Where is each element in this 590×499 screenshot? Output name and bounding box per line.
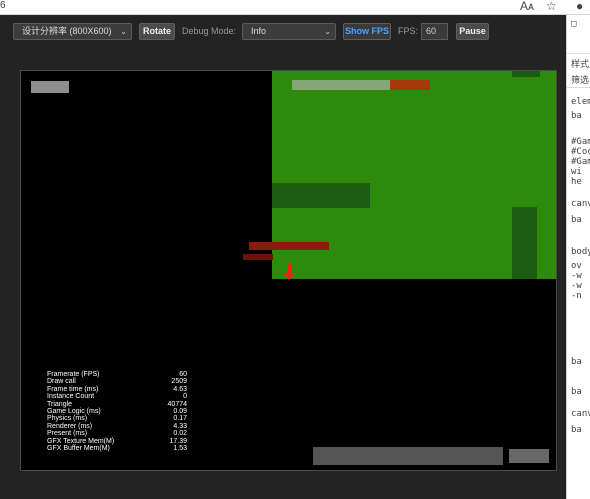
tab-fragment: 6: [0, 0, 6, 11]
stats-value: 0.17: [173, 415, 187, 423]
stats-row: Framerate (FPS) 60: [47, 371, 187, 378]
devtools-line: #Gam: [571, 137, 590, 147]
devtools-line: #Gam: [571, 157, 590, 167]
map-dark-band: [512, 71, 540, 77]
inspect-icon[interactable]: □: [571, 19, 576, 29]
stats-row: Draw call 2509: [47, 378, 187, 385]
stats-label: Renderer (ms): [47, 422, 93, 430]
stats-row: Triangle 40774: [47, 401, 187, 408]
map-dark-band: [272, 183, 370, 208]
fps-label: FPS:: [398, 26, 419, 36]
devtools-line: -w: [571, 281, 582, 291]
stats-value: 0.02: [173, 430, 187, 438]
devtools-line: ba: [571, 357, 582, 367]
stats-row: Physics (ms) 0.17: [47, 415, 187, 422]
fps-input[interactable]: 60: [421, 23, 448, 40]
stats-row: GFX Buffer Mem(M) 1.53: [47, 445, 187, 452]
stats-label: Frame time (ms): [47, 385, 99, 393]
resolution-select[interactable]: 设计分辨率 (800X600) ⌄: [13, 23, 132, 40]
devtools-line: -w: [571, 271, 582, 281]
debug-stats-panel: Framerate (FPS) 60 Draw call 2509 Frame ti…: [47, 371, 187, 452]
devtools-panel: □ 样式 筛选 eleme ba #Gam #Coc #Gam wi he ca…: [566, 15, 590, 499]
stats-value: 4.63: [173, 385, 187, 393]
stats-value: 1.53: [173, 445, 187, 453]
stats-label: Triangle: [47, 400, 73, 408]
stats-label: Draw call: [47, 378, 76, 386]
stats-value: 0.09: [173, 408, 187, 416]
devtools-line[interactable]: 样式: [571, 57, 589, 70]
blurred-label: [31, 81, 69, 93]
game-canvas[interactable]: Framerate (FPS) 60 Draw call 2509 Frame ti…: [20, 70, 557, 471]
devtools-line: ba: [571, 387, 582, 397]
stats-row: Renderer (ms) 4.33: [47, 423, 187, 430]
devtools-line: -n: [571, 291, 582, 301]
favorite-star-icon[interactable]: ☆: [546, 0, 557, 13]
stats-value: 4.33: [173, 422, 187, 430]
map-dark-band: [512, 207, 537, 279]
devtools-line: ba: [571, 215, 582, 225]
divider: [567, 87, 590, 88]
blurred-label: [509, 449, 549, 463]
player-shadow: [243, 254, 273, 260]
stats-label: Instance Count: [47, 393, 95, 401]
stats-row: Game Logic (ms) 0.09: [47, 408, 187, 415]
stats-label: Physics (ms): [47, 415, 88, 423]
devtools-line: eleme: [571, 97, 590, 107]
debug-mode-label: Debug Mode:: [182, 26, 237, 36]
preview-toolbar: 设计分辨率 (800X600) ⌄ Rotate Debug Mode: Inf…: [0, 15, 566, 51]
devtools-line: wi: [571, 167, 582, 177]
blurred-label: [313, 447, 503, 465]
pause-button[interactable]: Pause: [456, 23, 489, 40]
player-health-bar: [249, 242, 329, 250]
stats-row: Present (ms) 0.02: [47, 430, 187, 437]
debug-mode-select-value: Info: [251, 26, 267, 36]
devtools-line: ba: [571, 425, 582, 435]
profile-icon[interactable]: ●: [576, 0, 583, 13]
read-aloud-icon[interactable]: Aᴀ: [520, 0, 534, 13]
down-arrow-icon: [283, 264, 295, 280]
stats-value: 40774: [167, 400, 187, 408]
stats-label: Framerate (FPS): [47, 371, 100, 378]
devtools-line: he: [571, 177, 582, 187]
stats-value: 17.39: [169, 437, 187, 445]
devtools-line: body: [571, 247, 590, 257]
chevron-down-icon: ⌄: [324, 27, 331, 36]
devtools-line[interactable]: 筛选: [571, 73, 589, 86]
resolution-select-value: 设计分辨率 (800X600): [22, 26, 112, 36]
show-fps-button[interactable]: Show FPS: [343, 23, 391, 40]
stats-label: GFX Buffer Mem(M): [47, 445, 110, 453]
stats-value: 2509: [171, 378, 187, 386]
devtools-line: ba: [571, 111, 582, 121]
stats-row: Frame time (ms) 4.63: [47, 386, 187, 393]
divider: [567, 53, 590, 54]
stats-label: Present (ms): [47, 430, 88, 438]
devtools-line: ov: [571, 261, 582, 271]
map-marker: [390, 80, 430, 90]
debug-mode-select[interactable]: Info ⌄: [242, 23, 336, 40]
rotate-button[interactable]: Rotate: [139, 23, 175, 40]
browser-toolbar: 6 Aᴀ ☆ ●: [0, 0, 590, 15]
stats-row: GFX Texture Mem(M) 17.39: [47, 438, 187, 445]
chevron-down-icon: ⌄: [120, 27, 127, 36]
stats-value: 0: [183, 393, 187, 401]
devtools-line: canv: [571, 199, 590, 209]
devtools-line: #Coc: [571, 147, 590, 157]
stats-label: GFX Texture Mem(M): [47, 437, 115, 445]
devtools-line: canv: [571, 409, 590, 419]
stats-label: Game Logic (ms): [47, 408, 101, 416]
stats-value: 60: [179, 371, 187, 378]
stats-row: Instance Count 0: [47, 393, 187, 400]
